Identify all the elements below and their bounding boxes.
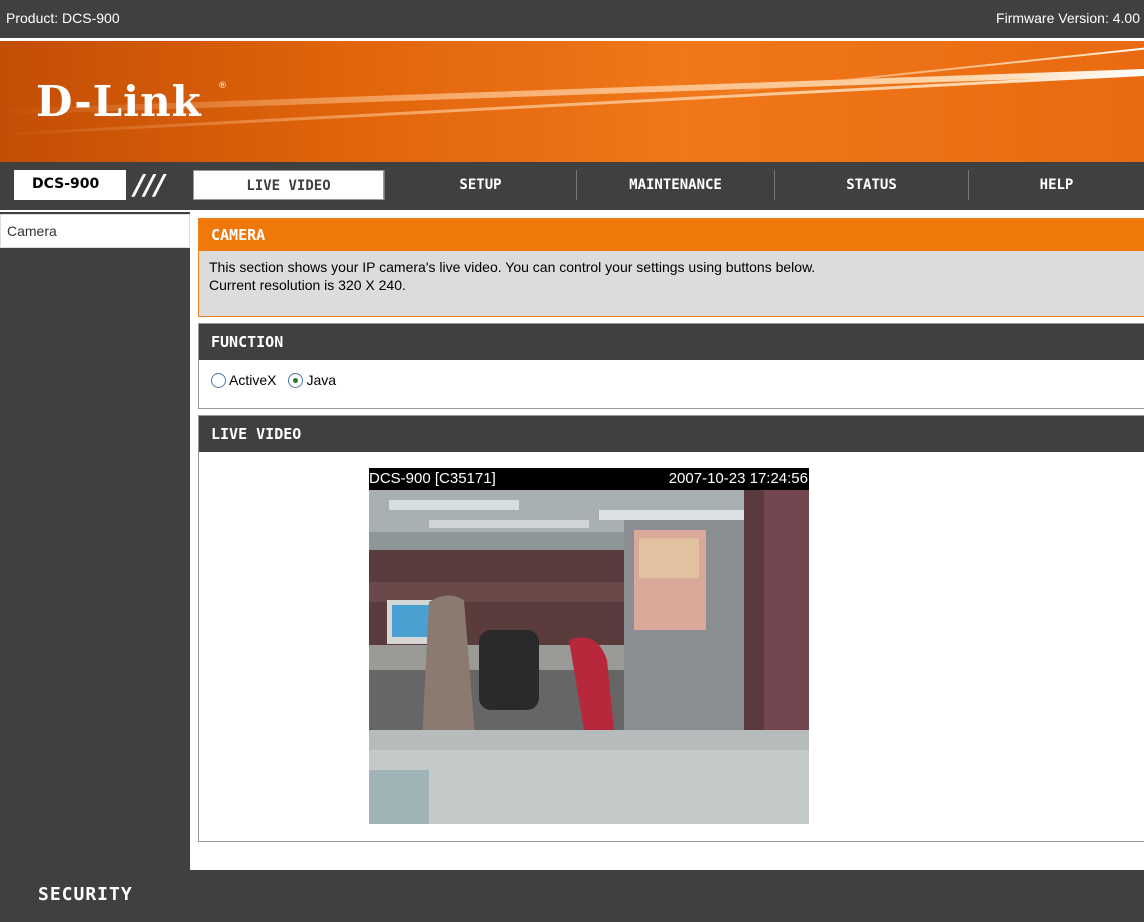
registered-mark: ® bbox=[218, 81, 227, 91]
tab-maintenance[interactable]: MAINTENANCE bbox=[576, 170, 774, 200]
camera-id-label: DCS-900 [C35171] bbox=[369, 470, 496, 487]
activex-label[interactable]: ActiveX bbox=[229, 372, 276, 388]
activex-radio[interactable] bbox=[211, 372, 226, 388]
main-nav: DCS-900 /// LIVE VIDEO SETUP MAINTENANCE… bbox=[0, 162, 1144, 210]
resolution-line: Current resolution is 320 X 240. bbox=[209, 277, 406, 293]
footer-bar: SECURITY bbox=[0, 870, 1144, 922]
tab-setup[interactable]: SETUP bbox=[384, 170, 576, 200]
firmware-version: Firmware Version: 4.00 bbox=[996, 10, 1140, 26]
live-video-section: LIVE VIDEO DCS-900 [C35171] 2007-10-23 1… bbox=[198, 415, 1144, 842]
viewer-options: ActiveX Java bbox=[199, 360, 1144, 388]
java-label[interactable]: Java bbox=[306, 372, 336, 388]
video-overlay-bar: DCS-900 [C35171] 2007-10-23 17:24:56 bbox=[369, 468, 809, 490]
function-section: FUNCTION ActiveX Java bbox=[198, 323, 1144, 409]
camera-section-title: CAMERA bbox=[199, 219, 1144, 251]
java-radio[interactable] bbox=[288, 372, 304, 388]
office-scene-image bbox=[369, 490, 809, 824]
brand-banner: D-Link ® bbox=[0, 38, 1144, 162]
live-video-section-title: LIVE VIDEO bbox=[199, 416, 1144, 452]
tab-status[interactable]: STATUS bbox=[774, 170, 968, 200]
video-feed[interactable]: DCS-900 [C35171] 2007-10-23 17:24:56 bbox=[369, 468, 809, 824]
camera-section: CAMERA This section shows your IP camera… bbox=[198, 218, 1144, 317]
function-section-title: FUNCTION bbox=[199, 324, 1144, 360]
sidebar-item-camera[interactable]: Camera bbox=[0, 214, 190, 248]
model-name: DCS-900 bbox=[14, 170, 126, 200]
product-label: Product: DCS-900 bbox=[6, 10, 120, 26]
main-content: CAMERA This section shows your IP camera… bbox=[190, 210, 1144, 870]
model-badge: DCS-900 /// bbox=[14, 168, 165, 201]
dlink-logo: D-Link bbox=[36, 77, 202, 126]
camera-section-description: This section shows your IP camera's live… bbox=[199, 251, 1144, 316]
top-info-bar: Product: DCS-900 Firmware Version: 4.00 bbox=[0, 0, 1144, 38]
sidebar: Camera bbox=[0, 210, 190, 870]
video-timestamp: 2007-10-23 17:24:56 bbox=[668, 470, 808, 487]
tab-live-video[interactable]: LIVE VIDEO bbox=[193, 170, 384, 200]
security-brand: SECURITY bbox=[38, 884, 133, 905]
description-line: This section shows your IP camera's live… bbox=[209, 259, 816, 275]
slashes-decoration: /// bbox=[134, 168, 165, 201]
tab-help[interactable]: HELP bbox=[968, 170, 1144, 200]
